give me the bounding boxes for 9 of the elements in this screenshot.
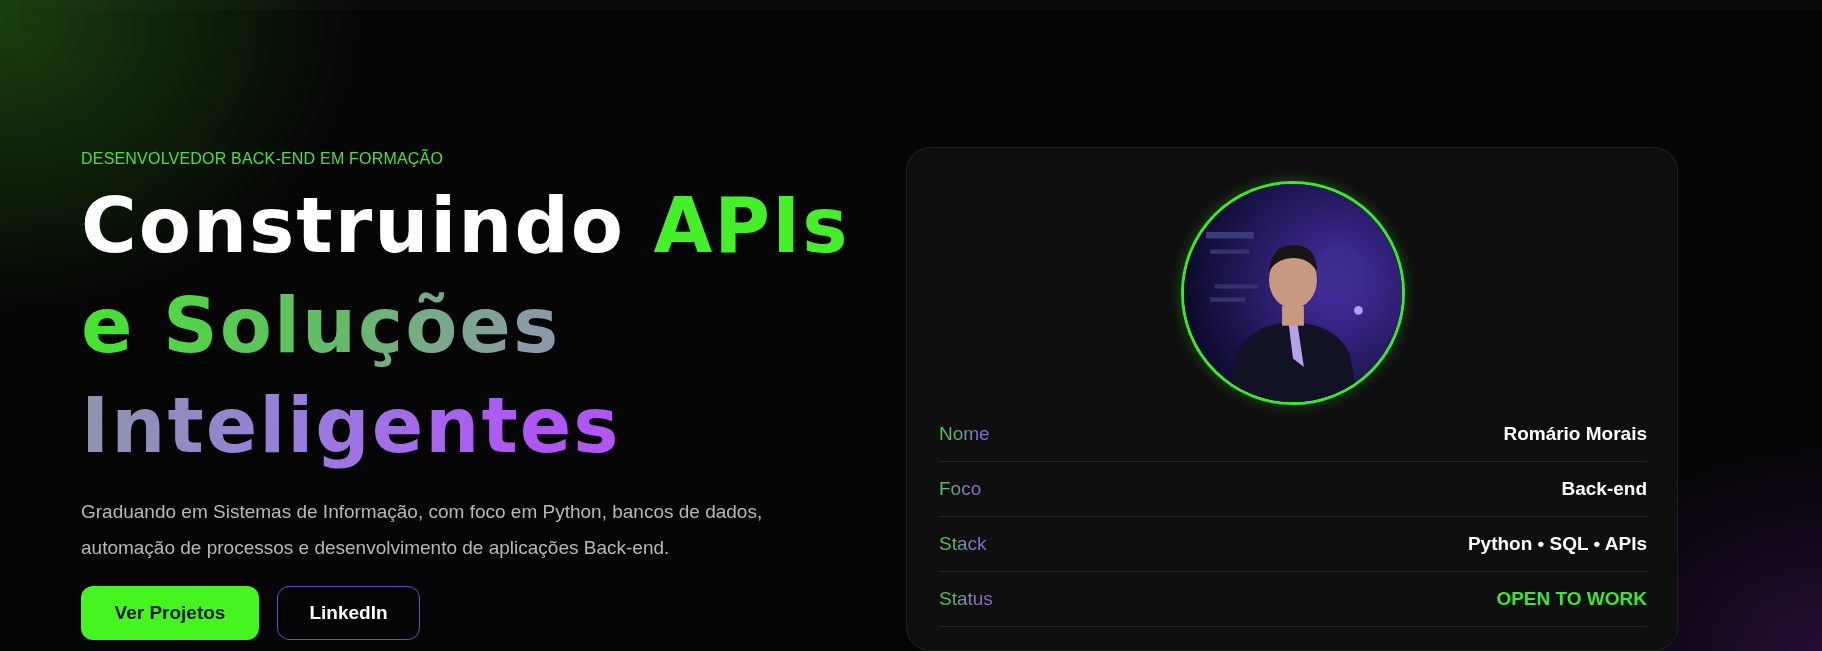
field-value: OPEN TO WORK [1496,588,1647,610]
field-value: Python • SQL • APIs [1467,533,1647,555]
hero-heading: Construindo APIs e Soluções Inteligentes [81,180,851,472]
field-value: Romário Morais [1503,423,1647,445]
linkedin-button[interactable]: LinkedIn [277,586,420,640]
hero-description: Graduando em Sistemas de Informação, com foco em Python, bancos de dados, automação de processos e desenvolvimento de aplicações Back-end. [81,500,764,560]
eyebrow-text: DESENVOLVEDOR BACK-END EM FORMAÇÃO [81,150,445,168]
projects-button[interactable]: Ver Projetos [81,586,259,640]
field-value: Back-end [1561,478,1647,500]
